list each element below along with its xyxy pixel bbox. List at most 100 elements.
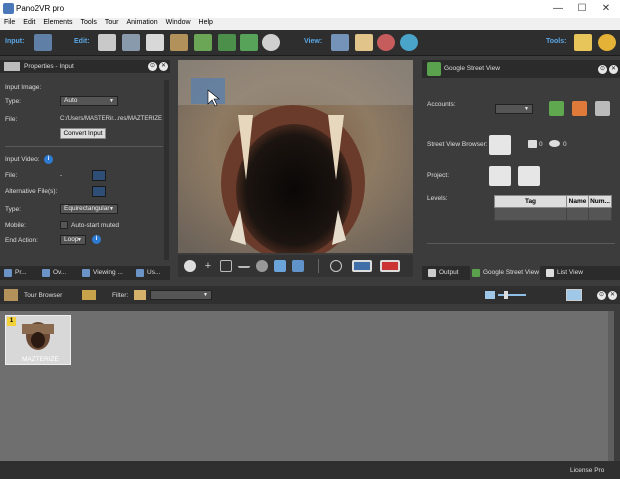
- binoculars-icon[interactable]: [331, 34, 349, 51]
- info-icon[interactable]: i: [44, 155, 53, 164]
- maps-icon[interactable]: [240, 34, 258, 51]
- divider: [5, 146, 163, 147]
- hotspot-tool-icon[interactable]: [292, 260, 304, 272]
- color-blue-select[interactable]: [352, 260, 372, 272]
- scrollbar[interactable]: [164, 80, 169, 260]
- slider-handle[interactable]: [504, 291, 508, 299]
- panorama-viewer[interactable]: [178, 60, 413, 253]
- large-thumb-icon[interactable]: [566, 289, 582, 301]
- tour-browser-bar: Tour Browser Filter: ▼ ⊙ ✕: [0, 286, 620, 304]
- tab-google-street-view[interactable]: Google Street View: [470, 266, 540, 280]
- tour-float-icon[interactable]: ⊙: [597, 291, 606, 300]
- filter-icon[interactable]: [134, 290, 146, 300]
- project-label: Project:: [427, 172, 450, 179]
- window-title: Pano2VR pro: [16, 4, 65, 13]
- filter-select[interactable]: ▼: [150, 290, 212, 300]
- maximize-button[interactable]: ☐: [570, 0, 594, 18]
- close-panel-icon[interactable]: ✕: [159, 62, 168, 71]
- close-button[interactable]: ✕: [594, 0, 618, 18]
- alt-files-label: Alternative File(s):: [5, 188, 58, 195]
- float-panel-icon[interactable]: ⊙: [148, 62, 157, 71]
- video-type-select[interactable]: Equirectangular ▼: [60, 204, 118, 214]
- film-reel-icon[interactable]: [262, 34, 280, 51]
- mobile-label: Mobile:: [5, 222, 26, 229]
- patch-input-icon[interactable]: [122, 34, 140, 51]
- gsv-title: Google Street View: [444, 65, 500, 72]
- menu-file[interactable]: File: [0, 18, 19, 27]
- camera-count: 0: [539, 141, 543, 148]
- end-action-select[interactable]: Loop ▼: [60, 235, 86, 245]
- end-action-info-icon[interactable]: i: [92, 235, 101, 244]
- browser-label: Street View Browser:: [427, 141, 488, 148]
- menu-tour[interactable]: Tour: [101, 18, 123, 27]
- properties-panel: Properties - Input ⊙ ✕ Input Image: Type…: [0, 60, 170, 263]
- browse-file-button[interactable]: [92, 170, 106, 181]
- crosshair-icon[interactable]: +: [202, 260, 214, 272]
- ruler-icon[interactable]: [238, 260, 250, 268]
- table-row[interactable]: [494, 207, 612, 221]
- menu-elements[interactable]: Elements: [39, 18, 76, 27]
- edit-label: Edit:: [74, 38, 90, 45]
- column-num[interactable]: Num...: [588, 195, 612, 208]
- gsv-logo-icon: [427, 62, 441, 76]
- thumb-size-slider[interactable]: [498, 294, 526, 296]
- menu-animation[interactable]: Animation: [123, 18, 162, 27]
- hotspot-icon[interactable]: [194, 34, 212, 51]
- tour-map-icon[interactable]: [170, 34, 188, 51]
- street-view-cloud-icon[interactable]: [489, 135, 511, 155]
- wizard-icon[interactable]: [574, 34, 592, 51]
- tour-close-icon[interactable]: ✕: [608, 291, 617, 300]
- viewing-params-icon[interactable]: [98, 34, 116, 51]
- eye-icon[interactable]: [400, 34, 418, 51]
- tour-browser-area[interactable]: 1 MAZTERIZE: [0, 311, 614, 461]
- input-panorama-icon[interactable]: [34, 34, 52, 51]
- shield-green-icon[interactable]: [549, 101, 564, 116]
- convert-input-button[interactable]: Convert Input: [60, 128, 106, 139]
- compass-icon[interactable]: [377, 34, 395, 51]
- clipboard-icon[interactable]: [355, 34, 373, 51]
- animation-icon[interactable]: [218, 34, 236, 51]
- tab-viewing[interactable]: Viewing ...: [80, 266, 132, 280]
- camera-tool-icon[interactable]: [256, 260, 268, 272]
- plugin-icon[interactable]: [598, 34, 616, 51]
- upload-cloud-icon[interactable]: [489, 166, 511, 186]
- tab-list-view[interactable]: List View: [544, 266, 594, 280]
- autostart-label: Auto-start muted: [71, 222, 120, 229]
- gsv-float-icon[interactable]: ⊙: [598, 65, 607, 74]
- menu-edit[interactable]: Edit: [19, 18, 39, 27]
- accounts-select[interactable]: ▼: [495, 104, 533, 114]
- type-select[interactable]: Auto ▼: [60, 96, 118, 106]
- properties-icon: [4, 62, 20, 71]
- menu-tools[interactable]: Tools: [77, 18, 101, 27]
- target-icon[interactable]: [330, 260, 342, 272]
- sort-dropdown-icon[interactable]: [82, 290, 96, 300]
- tab-overview[interactable]: Ov...: [40, 266, 78, 280]
- browse-alt-files-button[interactable]: [92, 186, 106, 197]
- menu-help[interactable]: Help: [195, 18, 217, 27]
- node-label: MAZTERIZE: [22, 356, 59, 363]
- shield-orange-icon[interactable]: [572, 101, 587, 116]
- compass-tool-icon[interactable]: [184, 260, 196, 272]
- levels-table: Tag Name Num...: [494, 195, 612, 221]
- grid-icon[interactable]: [220, 260, 232, 272]
- color-red-select[interactable]: [380, 260, 400, 272]
- settings-icon[interactable]: [595, 101, 610, 116]
- menu-window[interactable]: Window: [162, 18, 195, 27]
- minimize-button[interactable]: —: [546, 0, 570, 18]
- tab-user-data[interactable]: Us...: [134, 266, 168, 280]
- autostart-checkbox[interactable]: [60, 221, 68, 229]
- move-icon[interactable]: [274, 260, 286, 272]
- gsv-close-icon[interactable]: ✕: [609, 65, 618, 74]
- input-video-heading: Input Video:: [5, 156, 40, 163]
- levels-label: Levels:: [427, 195, 448, 202]
- download-cloud-icon[interactable]: [518, 166, 540, 186]
- tab-properties[interactable]: Pr...: [2, 266, 38, 280]
- column-tag[interactable]: Tag: [494, 195, 567, 208]
- column-name[interactable]: Name: [566, 195, 589, 208]
- tour-node-thumbnail[interactable]: 1 MAZTERIZE: [5, 315, 71, 365]
- camera-icon: [528, 140, 537, 148]
- tour-scrollbar[interactable]: [608, 311, 614, 461]
- tab-output[interactable]: Output: [426, 266, 468, 280]
- accounts-label: Accounts:: [427, 101, 456, 108]
- skin-editor-icon[interactable]: [146, 34, 164, 51]
